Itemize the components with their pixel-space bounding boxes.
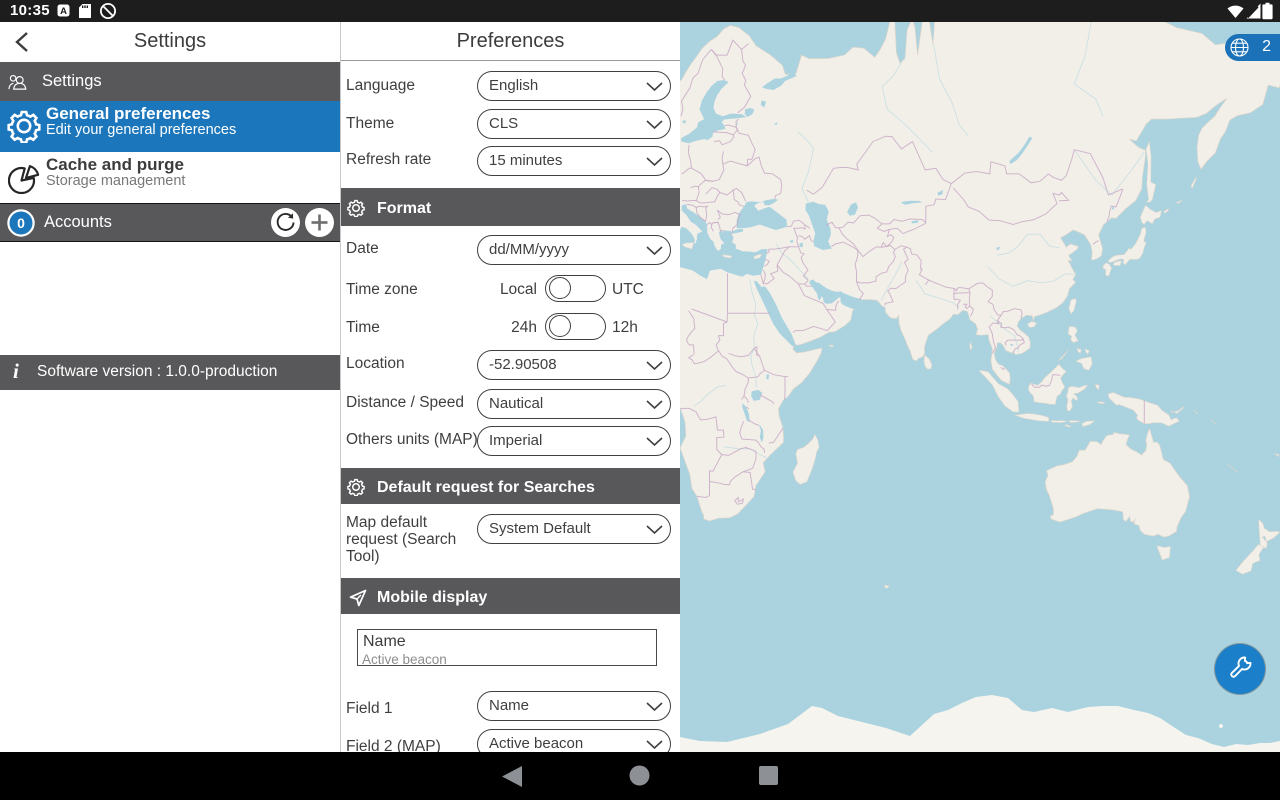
- svg-text:A: A: [60, 6, 67, 17]
- svg-text:0: 0: [17, 215, 25, 231]
